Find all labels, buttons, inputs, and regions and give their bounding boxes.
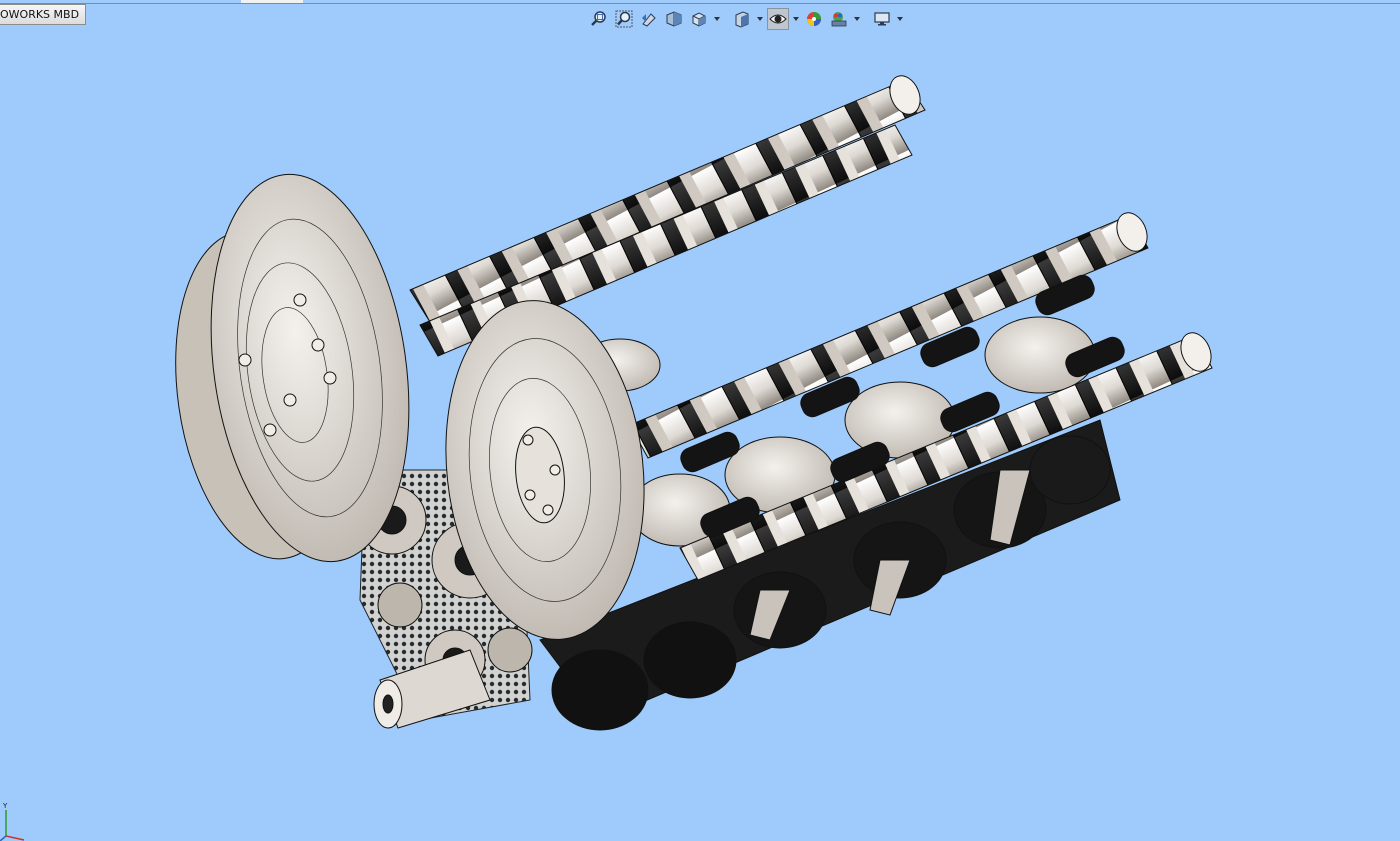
triad-y-label: Y — [2, 802, 8, 810]
reference-triad: Y — [0, 802, 25, 841]
engine-assembly[interactable] — [156, 71, 1217, 731]
graphics-area[interactable] — [0, 0, 1400, 841]
camshaft-upper-rear[interactable] — [409, 71, 926, 323]
